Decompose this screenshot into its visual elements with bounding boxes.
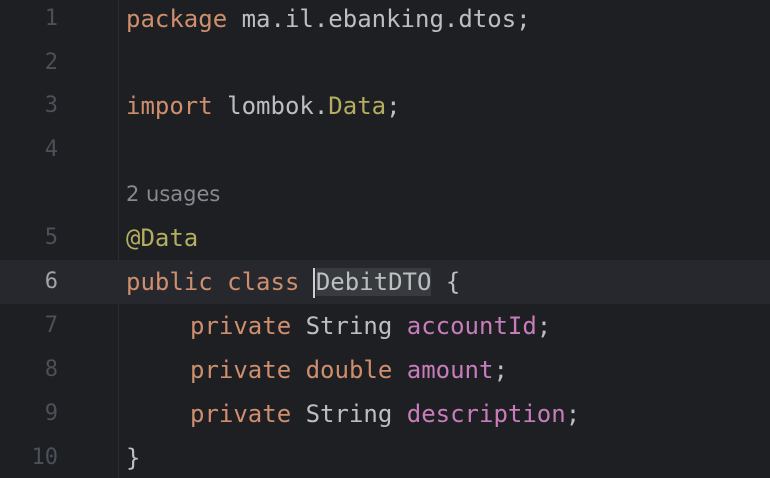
code-text[interactable]: private double amount; — [126, 348, 508, 392]
code-text[interactable]: private String accountId; — [126, 304, 551, 348]
import-class: Data — [328, 92, 387, 120]
code-line-10[interactable]: 10 } — [0, 436, 770, 478]
field-name: accountId — [406, 312, 537, 340]
line-number: 4 — [44, 137, 58, 162]
code-line-7[interactable]: 7 private String accountId; — [0, 304, 770, 348]
code-text[interactable]: } — [126, 436, 140, 478]
open-brace: { — [431, 268, 461, 296]
package-name: ma.il.ebanking.dtos; — [227, 5, 531, 33]
code-line-4[interactable]: 4 — [0, 128, 770, 172]
code-line-6-current[interactable]: 6 public class DebitDTO { — [0, 260, 770, 304]
type: String — [291, 312, 407, 340]
text-caret — [312, 268, 315, 298]
line-number: 2 — [44, 50, 58, 75]
semicolon: ; — [493, 356, 508, 384]
usages-hint-row: 2 usages — [0, 172, 770, 216]
code-text[interactable]: private String description; — [126, 392, 580, 436]
code-text[interactable]: package ma.il.ebanking.dtos; — [126, 0, 531, 41]
line-number: 8 — [44, 357, 58, 382]
field-name: amount — [406, 356, 494, 384]
close-brace: } — [126, 444, 141, 472]
keyword: import — [126, 92, 213, 120]
code-line-8[interactable]: 8 private double amount; — [0, 348, 770, 392]
keyword: private — [190, 400, 292, 428]
field-name: description — [406, 400, 566, 428]
code-line-2[interactable]: 2 — [0, 41, 770, 85]
usages-inlay-hint[interactable]: 2 usages — [126, 172, 220, 216]
code-text[interactable]: import lombok.Data; — [126, 84, 401, 128]
semicolon: ; — [536, 312, 552, 340]
keyword: package — [126, 5, 228, 33]
line-number: 3 — [44, 93, 58, 118]
line-number: 5 — [44, 225, 58, 250]
code-editor[interactable]: 1 package ma.il.ebanking.dtos; 2 3 impor… — [0, 0, 770, 478]
code-line-5[interactable]: 5 @Data — [0, 216, 770, 260]
keyword: private double — [190, 356, 393, 384]
code-text[interactable]: @Data — [126, 216, 198, 260]
code-line-9[interactable]: 9 private String description; — [0, 392, 770, 436]
keyword: public class — [126, 268, 300, 296]
import-package: lombok. — [212, 92, 329, 120]
semicolon: ; — [386, 92, 401, 120]
line-number: 10 — [31, 445, 59, 470]
keyword: private — [190, 312, 292, 340]
line-number: 1 — [44, 6, 58, 31]
annotation: @Data — [126, 224, 199, 252]
line-number: 9 — [44, 401, 58, 426]
code-text[interactable]: public class DebitDTO { — [126, 260, 460, 304]
code-line-1[interactable]: 1 package ma.il.ebanking.dtos; — [0, 0, 770, 41]
line-number: 7 — [44, 313, 58, 338]
type: String — [291, 400, 407, 428]
line-number: 6 — [44, 269, 58, 294]
class-name[interactable]: DebitDTO — [315, 268, 432, 296]
semicolon: ; — [565, 400, 581, 428]
code-line-3[interactable]: 3 import lombok.Data; — [0, 84, 770, 128]
